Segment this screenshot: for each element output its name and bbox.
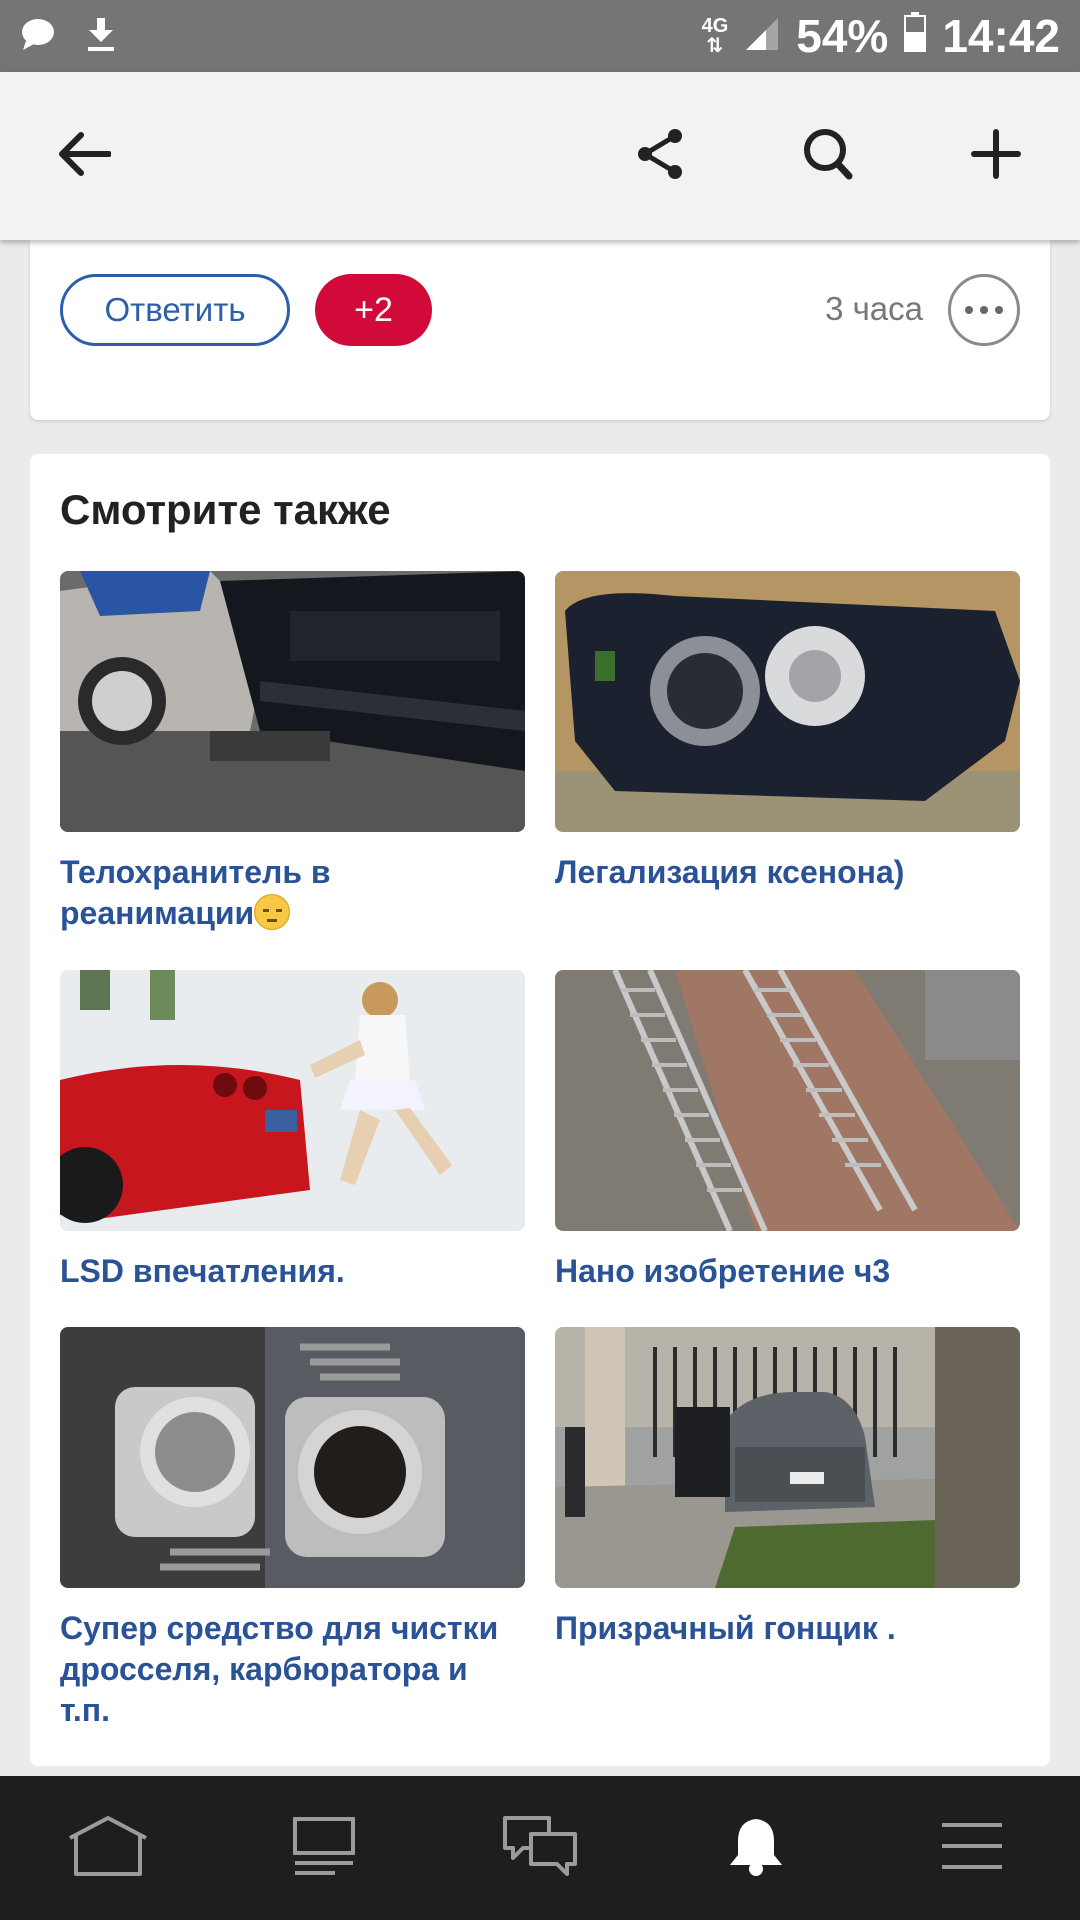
see-also-item[interactable]: Телохранитель в реанимации (60, 571, 525, 934)
network-type-label: 4G ⇅ (701, 15, 729, 57)
see-also-item[interactable]: Нано изобретение ч3 (555, 970, 1020, 1292)
more-dot-icon (980, 306, 988, 314)
see-also-item[interactable]: Легализация ксенона) (555, 571, 1020, 893)
search-icon (802, 127, 854, 186)
see-also-heading: Смотрите также (60, 486, 391, 533)
feed-icon (291, 1815, 357, 1882)
comment-card: Ответить +2 3 часа (30, 240, 1050, 420)
messages-icon (501, 1814, 579, 1883)
share-icon (635, 127, 685, 186)
item-thumbnail (555, 571, 1020, 832)
see-also-item[interactable]: Призрачный гонщик . (555, 1327, 1020, 1649)
message-notification-icon (20, 17, 56, 56)
see-also-item[interactable]: LSD впечатления. (60, 970, 525, 1292)
nav-feed[interactable] (216, 1776, 432, 1920)
pensive-face-emoji-icon (254, 894, 291, 930)
comment-time: 3 часа (825, 290, 923, 327)
arrow-left-icon (57, 131, 112, 182)
item-thumbnail (555, 970, 1020, 1231)
add-button[interactable] (956, 116, 1036, 196)
nav-menu[interactable] (864, 1776, 1080, 1920)
clock: 14:42 (942, 10, 1060, 62)
hamburger-menu-icon (940, 1821, 1004, 1876)
status-bar: 4G ⇅ 54% 14:42 (0, 0, 1080, 72)
download-notification-icon (86, 16, 116, 57)
top-app-bar (0, 72, 1080, 240)
plus-icon (971, 128, 1021, 184)
see-also-item[interactable]: Супер средство для чистки дросселя, карб… (60, 1327, 525, 1731)
item-title: Легализация ксенона) (555, 854, 905, 890)
see-also-section: Смотрите также Телохранитель в реанимаци… (30, 454, 1050, 1766)
share-button[interactable] (620, 116, 700, 196)
item-thumbnail (555, 1327, 1020, 1588)
battery-percent: 54% (796, 10, 889, 62)
reply-button[interactable]: Ответить (60, 274, 290, 346)
back-button[interactable] (44, 116, 124, 196)
item-title: Призрачный гонщик . (555, 1610, 896, 1646)
nav-notifications[interactable] (648, 1776, 864, 1920)
search-button[interactable] (788, 116, 868, 196)
item-title: Нано изобретение ч3 (555, 1253, 891, 1289)
more-dot-icon (995, 306, 1003, 314)
item-title: Супер средство для чистки дросселя, карб… (60, 1610, 499, 1728)
rating-badge[interactable]: +2 (315, 274, 432, 346)
battery-icon (904, 9, 927, 63)
item-thumbnail (60, 970, 525, 1231)
more-options-button[interactable] (948, 274, 1020, 346)
home-icon (66, 1814, 150, 1883)
item-title: Телохранитель в реанимации (60, 854, 331, 931)
bell-icon (728, 1815, 784, 1882)
nav-home[interactable] (0, 1776, 216, 1920)
item-title: LSD впечатления. (60, 1253, 345, 1289)
item-thumbnail (60, 1327, 525, 1588)
more-dot-icon (965, 306, 973, 314)
nav-messages[interactable] (432, 1776, 648, 1920)
item-thumbnail (60, 571, 525, 832)
bottom-navigation (0, 1776, 1080, 1920)
signal-icon (744, 9, 780, 63)
